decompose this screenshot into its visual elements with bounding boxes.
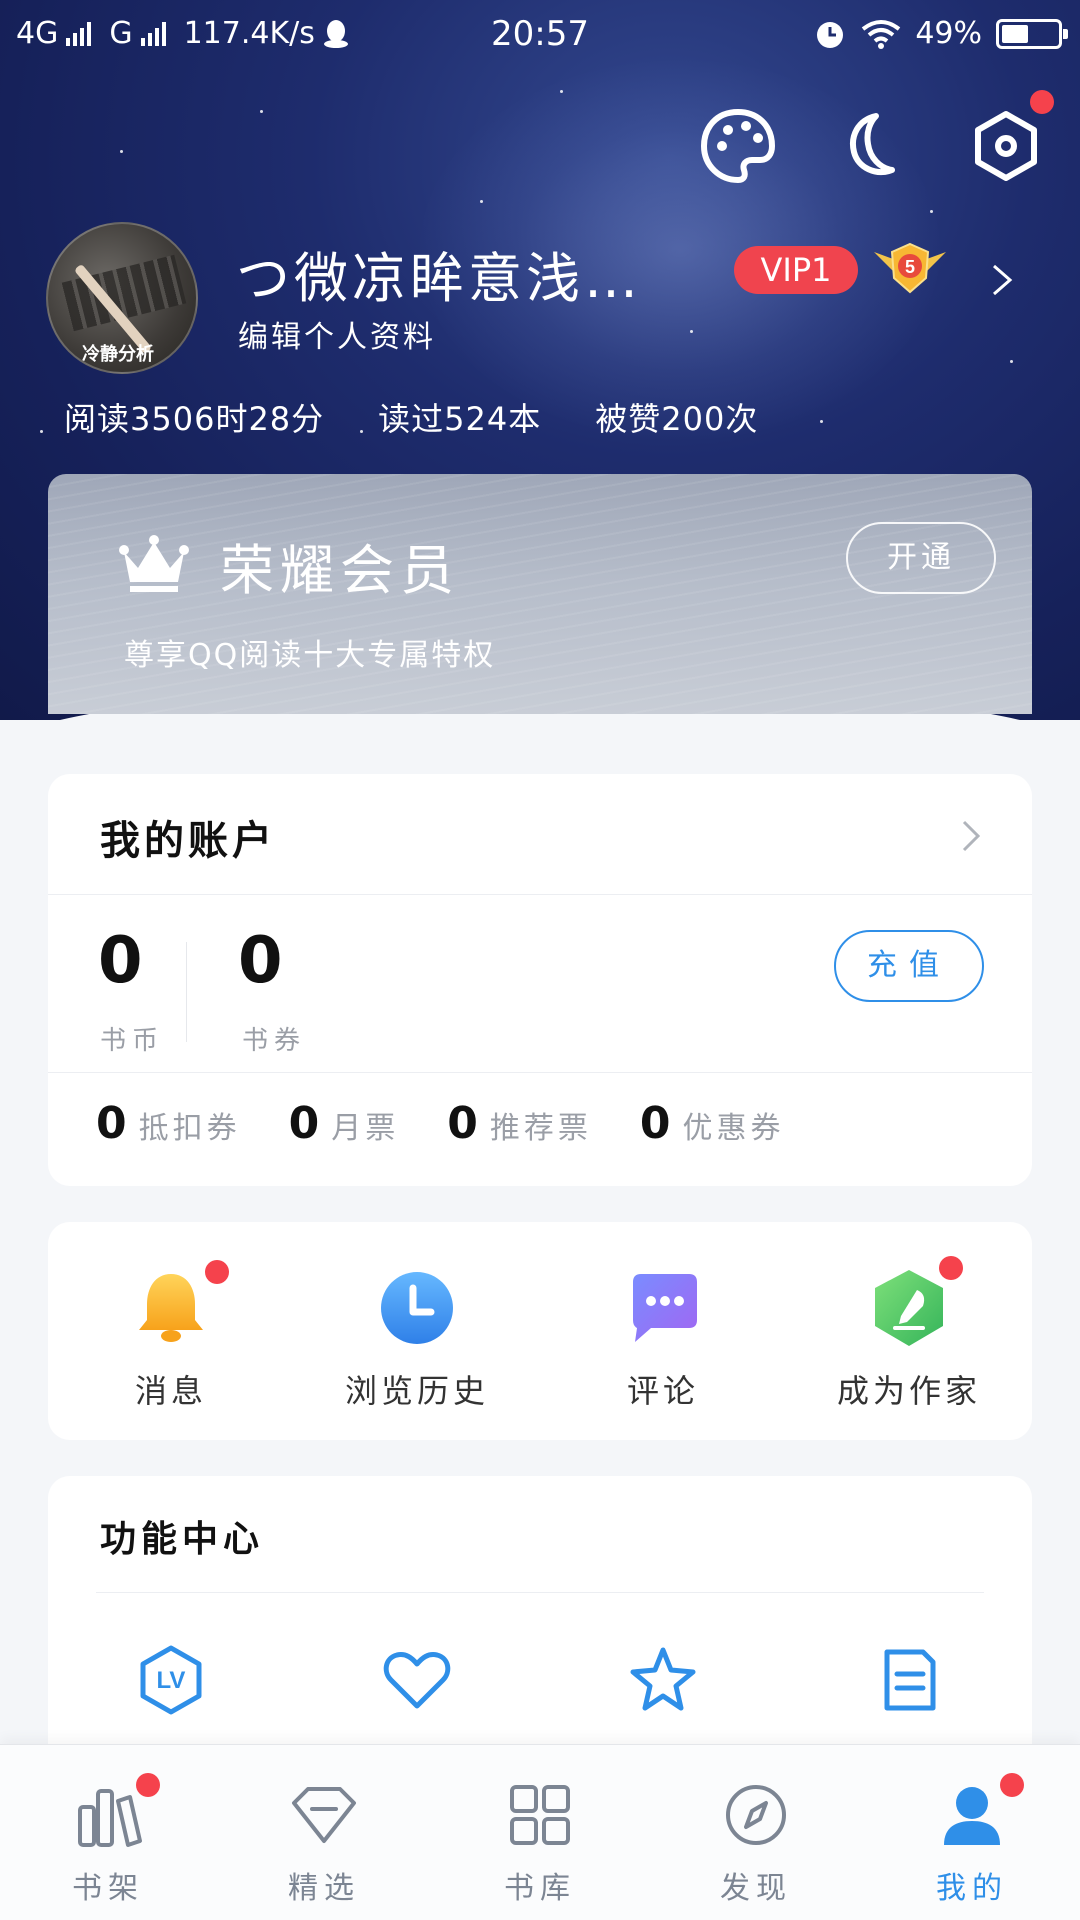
- deduction-ticket-count: 0: [96, 1098, 127, 1149]
- monthly-ticket[interactable]: 0 月票: [289, 1098, 400, 1149]
- nav-me-label: 我的: [936, 1871, 1008, 1906]
- account-chevron-icon[interactable]: [962, 820, 980, 852]
- messages-label: 消息: [134, 1372, 207, 1410]
- moon-icon: [850, 113, 895, 175]
- note-icon: [884, 1649, 936, 1711]
- battery-percent: 49%: [915, 16, 982, 51]
- reading-stats: 阅读3506时28分 读过524本 被赞200次: [64, 394, 758, 440]
- nav-discover[interactable]: 发现: [648, 1777, 864, 1907]
- voucher-balance[interactable]: 0: [238, 924, 283, 998]
- become-writer-label: 成为作家: [836, 1372, 981, 1410]
- coupon-label: 优惠券: [682, 1111, 785, 1146]
- become-writer-badge: [939, 1256, 963, 1280]
- status-bar: 4G G 117.4K/s 20:57 49%: [0, 0, 1080, 68]
- settings-button[interactable]: [964, 90, 1054, 188]
- vip-open-button[interactable]: 开通: [846, 522, 996, 594]
- crown-icon: [119, 535, 189, 592]
- star-icon: [630, 1647, 696, 1711]
- comments-label: 评论: [626, 1372, 699, 1410]
- vip-level-badge[interactable]: VIP1: [734, 246, 858, 294]
- grid-icon: [510, 1785, 570, 1845]
- read-time-stat: 阅读3506时28分: [64, 400, 325, 438]
- bell-icon: [139, 1274, 203, 1342]
- coupon-count: 0: [639, 1098, 671, 1149]
- deduction-ticket[interactable]: 0 抵扣券: [96, 1098, 241, 1149]
- vip-membership-card[interactable]: 荣耀会员 尊享QQ阅读十大专属特权 开通: [48, 474, 1032, 714]
- lv-icon: LV: [140, 1645, 202, 1715]
- become-writer-item[interactable]: 成为作家: [786, 1256, 1032, 1412]
- bookshelf-badge: [136, 1773, 160, 1797]
- avatar[interactable]: 冷静分析: [46, 222, 198, 374]
- nav-bookshelf[interactable]: 书架: [0, 1773, 216, 1907]
- palette-icon: [700, 108, 776, 184]
- vip-card-title: 荣耀会员: [220, 539, 460, 602]
- history-item[interactable]: 浏览历史: [294, 1264, 540, 1412]
- voucher-label: 书券: [242, 1026, 307, 1056]
- winged-shield-icon: 5: [874, 242, 946, 294]
- nav-bookshelf-label: 书架: [72, 1871, 144, 1906]
- account-title[interactable]: 我的账户: [100, 808, 276, 866]
- settings-hexagon-icon: [975, 111, 1037, 181]
- function-item-notes[interactable]: [786, 1642, 1032, 1722]
- history-label: 浏览历史: [344, 1372, 489, 1410]
- function-center-title: 功能中心: [100, 1519, 265, 1560]
- nav-featured-label: 精选: [288, 1871, 360, 1906]
- books-read-stat: 读过524本: [378, 400, 542, 438]
- compass-icon: [726, 1785, 786, 1845]
- vip-card-subtitle: 尊享QQ阅读十大专属特权: [124, 638, 496, 673]
- user-level-badge[interactable]: 5: [870, 238, 950, 298]
- nav-me[interactable]: 我的: [864, 1773, 1080, 1907]
- deduction-ticket-label: 抵扣券: [138, 1111, 241, 1146]
- bottom-navigation: 书架 精选 书库 发现 我的: [0, 1744, 1080, 1920]
- person-icon: [944, 1787, 1000, 1845]
- coin-label: 书币: [100, 1026, 165, 1056]
- user-level-number: 5: [905, 257, 915, 277]
- ticket-row: 0 抵扣券 0 月票 0 推荐票 0 优惠券: [96, 1098, 785, 1149]
- recommend-ticket[interactable]: 0 推荐票: [447, 1098, 592, 1149]
- header-actions: [696, 90, 1054, 188]
- battery-icon: [996, 18, 1068, 49]
- nav-library-label: 书库: [504, 1871, 576, 1906]
- theme-button[interactable]: [696, 104, 780, 188]
- heart-icon: [383, 1652, 451, 1709]
- function-divider: [96, 1592, 984, 1593]
- comment-icon: [633, 1274, 697, 1342]
- profile-chevron-icon[interactable]: [990, 262, 1014, 298]
- nav-featured[interactable]: 精选: [216, 1777, 432, 1907]
- likes-stat: 被赞200次: [595, 400, 759, 438]
- balance-separator: [186, 942, 187, 1042]
- clock-icon: [381, 1272, 453, 1344]
- coin-balance[interactable]: 0: [98, 924, 143, 998]
- edit-profile-link[interactable]: 编辑个人资料: [238, 312, 436, 356]
- nav-discover-label: 发现: [720, 1871, 792, 1906]
- account-card: 我的账户 0 书币 0 书券 充值 0 抵扣券 0 月票 0 推荐票 0 优惠券: [48, 774, 1032, 1186]
- username[interactable]: つ微凉眸意浅…: [236, 234, 642, 313]
- recharge-button[interactable]: 充值: [834, 930, 984, 1002]
- settings-badge: [1030, 90, 1054, 114]
- account-divider: [48, 894, 1032, 895]
- nav-library[interactable]: 书库: [432, 1777, 648, 1907]
- monthly-ticket-label: 月票: [331, 1111, 400, 1146]
- function-item-collection[interactable]: [540, 1642, 786, 1722]
- quick-actions-card: 消息 浏览历史 评论 成为作家: [48, 1222, 1032, 1440]
- function-item-favorites[interactable]: [294, 1642, 540, 1722]
- comments-item[interactable]: 评论: [540, 1264, 786, 1412]
- monthly-ticket-count: 0: [288, 1098, 320, 1149]
- me-badge: [1000, 1773, 1024, 1797]
- avatar-watermark: 冷静分析: [82, 344, 154, 365]
- svg-text:LV: LV: [157, 1667, 186, 1694]
- recommend-ticket-count: 0: [447, 1098, 478, 1149]
- diamond-icon: [292, 1787, 356, 1843]
- account-divider-2: [48, 1072, 1032, 1073]
- messages-item[interactable]: 消息: [48, 1260, 294, 1412]
- recommend-ticket-label: 推荐票: [489, 1111, 592, 1146]
- function-item-level[interactable]: LV: [48, 1642, 294, 1722]
- bookshelf-icon: [78, 1789, 142, 1847]
- night-mode-button[interactable]: [830, 104, 914, 188]
- messages-badge: [205, 1260, 229, 1284]
- alarm-icon: [817, 21, 844, 48]
- wifi-icon: [862, 19, 901, 49]
- pen-icon: [875, 1270, 943, 1346]
- coupon-ticket[interactable]: 0 优惠券: [640, 1098, 785, 1149]
